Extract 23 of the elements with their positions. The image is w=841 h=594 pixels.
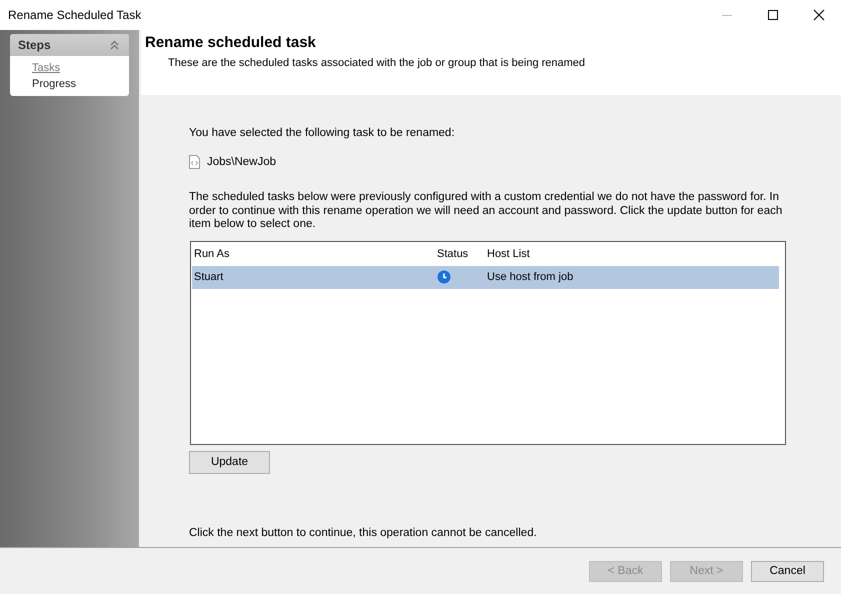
explanation-text: The scheduled tasks below were previously configured with a custom credential we do not have the password for. In order to continue with this rename operation we will need an account and password. Click the update button for each item below to select one. — [189, 191, 784, 232]
maximize-icon[interactable] — [767, 9, 779, 21]
collapse-icon[interactable] — [110, 40, 119, 50]
script-file-icon — [189, 155, 200, 169]
wizard-button[interactable]: Cancel — [751, 560, 824, 582]
step-link[interactable]: Progress — [32, 78, 76, 90]
intro-text: You have selected the following task to be renamed: — [189, 127, 455, 139]
update-button[interactable]: Update — [189, 450, 270, 474]
column-header[interactable]: Status — [437, 248, 487, 260]
clock-icon — [437, 270, 451, 284]
task-path: Jobs\NewJob — [207, 156, 276, 168]
page-subtitle: These are the scheduled tasks associated with the job or group that is being renamed — [168, 57, 586, 69]
table-row[interactable]: Stuart Use host from job — [192, 266, 779, 288]
steps-header[interactable]: Steps — [10, 34, 129, 56]
window-title: Rename Scheduled Task — [8, 8, 142, 22]
step-link[interactable]: Tasks — [32, 62, 60, 74]
column-header[interactable]: Host List — [487, 248, 779, 260]
close-icon[interactable] — [813, 9, 825, 21]
table-cell-text: Use host from job — [487, 271, 574, 283]
page-title: Rename scheduled task — [145, 34, 316, 51]
column-header[interactable]: Run As — [192, 248, 437, 260]
table-cell-text: Stuart — [193, 271, 224, 283]
footer-note: Click the next button to continue, this operation cannot be cancelled. — [189, 527, 537, 539]
